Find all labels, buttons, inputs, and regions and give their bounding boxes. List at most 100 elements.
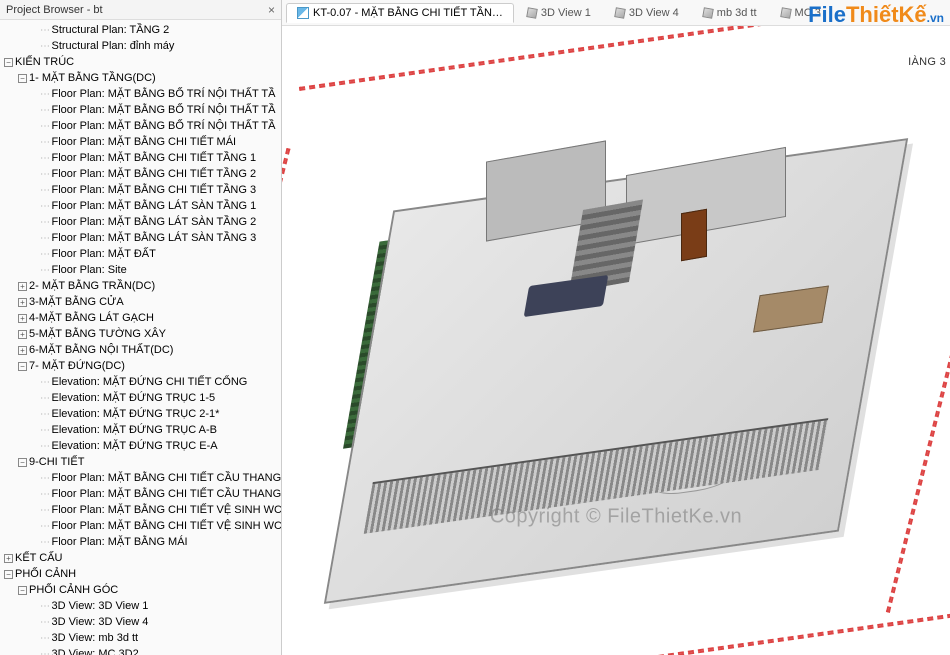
tree-item[interactable]: +3-MẶT BẰNG CỬA bbox=[0, 294, 281, 310]
section-line bbox=[886, 49, 950, 613]
tree-label: PHỐI CẢNH GÓC bbox=[29, 584, 118, 596]
tree-connector: ⋯ bbox=[40, 201, 50, 212]
tree-item[interactable]: ⋯Elevation: MẶT ĐỨNG TRỤC 2-1* bbox=[0, 406, 281, 422]
tree-item[interactable]: ⋯Floor Plan: MẶT BẰNG CHI TIẾT VỆ SINH W… bbox=[0, 518, 281, 534]
tree-label: Floor Plan: MẶT BẰNG CHI TIẾT TẦNG 2 bbox=[52, 168, 257, 180]
tree-item[interactable]: ⋯Floor Plan: MẶT BẰNG BỐ TRÍ NỘI THẤT TẦ bbox=[0, 118, 281, 134]
view-tab[interactable]: KT-0.07 - MẶT BẰNG CHI TIẾT TẦN… bbox=[286, 3, 514, 23]
tree-item[interactable]: −1- MẶT BẰNG TẦNG(DC) bbox=[0, 70, 281, 86]
tree-label: 4-MẶT BẰNG LÁT GẠCH bbox=[29, 312, 154, 324]
tree-label: Floor Plan: MẶT BẰNG LÁT SÀN TẦNG 3 bbox=[52, 232, 257, 244]
tree-item[interactable]: −KIẾN TRÚC bbox=[0, 54, 281, 70]
tree-item[interactable]: +4-MẶT BẰNG LÁT GẠCH bbox=[0, 310, 281, 326]
collapse-icon[interactable]: − bbox=[18, 362, 27, 371]
expand-icon[interactable]: + bbox=[18, 282, 27, 291]
tree-label: Floor Plan: MẶT BẰNG BỐ TRÍ NỘI THẤT TẦ bbox=[52, 104, 276, 116]
tree-item[interactable]: ⋯Structural Plan: đỉnh máy bbox=[0, 38, 281, 54]
tree-item[interactable]: ⋯Elevation: MẶT ĐỨNG CHI TIẾT CỔNG bbox=[0, 374, 281, 390]
project-tree[interactable]: ⋯Structural Plan: TẦNG 2⋯Structural Plan… bbox=[0, 20, 281, 655]
view-tab[interactable]: 3D View 1 bbox=[516, 3, 602, 23]
tree-item[interactable]: ⋯Floor Plan: MẶT BẰNG CHI TIẾT CẦU THANG bbox=[0, 486, 281, 502]
tree-item[interactable]: ⋯Elevation: MẶT ĐỨNG TRỤC E-A bbox=[0, 438, 281, 454]
expand-icon[interactable]: + bbox=[18, 330, 27, 339]
browser-header: Project Browser - bt × bbox=[0, 0, 281, 20]
expand-icon[interactable]: + bbox=[18, 314, 27, 323]
tree-item[interactable]: +KẾT CẤU bbox=[0, 550, 281, 566]
section-line bbox=[389, 609, 950, 655]
tree-item[interactable]: +2- MẶT BẰNG TRẦN(DC) bbox=[0, 278, 281, 294]
tree-connector: ⋯ bbox=[40, 649, 50, 655]
model-placeholder bbox=[292, 36, 940, 645]
tree-label: Elevation: MẶT ĐỨNG TRỤC E-A bbox=[52, 440, 218, 452]
tree-item[interactable]: ⋯Structural Plan: TẦNG 2 bbox=[0, 22, 281, 38]
tree-item[interactable]: ⋯Floor Plan: MẶT BẰNG CHI TIẾT TẦNG 1 bbox=[0, 150, 281, 166]
tree-item[interactable]: −PHỐI CẢNH GÓC bbox=[0, 582, 281, 598]
tree-item[interactable]: ⋯Floor Plan: MẶT ĐẤT bbox=[0, 246, 281, 262]
tree-label: Floor Plan: MẶT BẰNG CHI TIẾT CẦU THANG bbox=[52, 488, 282, 500]
tree-item[interactable]: ⋯Floor Plan: Site bbox=[0, 262, 281, 278]
tree-label: Floor Plan: Site bbox=[52, 264, 127, 276]
expand-icon[interactable]: + bbox=[18, 346, 27, 355]
cube-icon bbox=[614, 7, 626, 19]
tree-item[interactable]: ⋯Floor Plan: MẶT BẰNG LÁT SÀN TẦNG 3 bbox=[0, 230, 281, 246]
tree-item[interactable]: −7- MẶT ĐỨNG(DC) bbox=[0, 358, 281, 374]
cube-icon bbox=[526, 7, 538, 19]
watermark-logo: FileThiếtKế.vn bbox=[808, 2, 944, 28]
tree-label: Floor Plan: MẶT BẰNG CHI TIẾT TẦNG 1 bbox=[52, 152, 257, 164]
tree-label: Floor Plan: MẶT ĐẤT bbox=[52, 248, 156, 260]
tree-connector: ⋯ bbox=[40, 521, 50, 532]
tree-item[interactable]: ⋯Elevation: MẶT ĐỨNG TRỤC 1-5 bbox=[0, 390, 281, 406]
collapse-icon[interactable]: − bbox=[18, 74, 27, 83]
tree-item[interactable]: ⋯Floor Plan: MẶT BẰNG CHI TIẾT MÁI bbox=[0, 134, 281, 150]
tree-item[interactable]: ⋯Floor Plan: MẶT BẰNG MÁI bbox=[0, 534, 281, 550]
collapse-icon[interactable]: − bbox=[4, 570, 13, 579]
tree-connector: ⋯ bbox=[40, 233, 50, 244]
tree-item[interactable]: +5-MẶT BẰNG TƯỜNG XÂY bbox=[0, 326, 281, 342]
tree-item[interactable]: +6-MẶT BẰNG NỘI THẤT(DC) bbox=[0, 342, 281, 358]
tree-label: 6-MẶT BẰNG NỘI THẤT(DC) bbox=[29, 344, 173, 356]
tree-item[interactable]: ⋯Floor Plan: MẶT BẰNG LÁT SÀN TẦNG 1 bbox=[0, 198, 281, 214]
expand-icon[interactable]: + bbox=[4, 554, 13, 563]
tree-item[interactable]: ⋯Floor Plan: MẶT BẰNG CHI TIẾT CẦU THANG bbox=[0, 470, 281, 486]
viewport-3d[interactable]: IÀNG 3 Copyright © FileThietKe.vn bbox=[282, 26, 950, 655]
tree-item[interactable]: ⋯Floor Plan: MẶT BẰNG CHI TIẾT TẦNG 3 bbox=[0, 182, 281, 198]
tree-connector: ⋯ bbox=[40, 121, 50, 132]
view-tab[interactable]: 3D View 4 bbox=[604, 3, 690, 23]
tree-item[interactable]: ⋯3D View: MC 3D2 bbox=[0, 646, 281, 655]
tree-label: Floor Plan: MẶT BẰNG CHI TIẾT MÁI bbox=[52, 136, 237, 148]
tree-item[interactable]: ⋯3D View: 3D View 4 bbox=[0, 614, 281, 630]
collapse-icon[interactable]: − bbox=[18, 458, 27, 467]
tree-connector: ⋯ bbox=[40, 393, 50, 404]
tree-label: 3D View: 3D View 1 bbox=[52, 600, 149, 612]
tree-item[interactable]: ⋯Floor Plan: MẶT BẰNG BỐ TRÍ NỘI THẤT TẦ bbox=[0, 102, 281, 118]
tab-label: mb 3d tt bbox=[717, 7, 757, 19]
tree-label: 1- MẶT BẰNG TẦNG(DC) bbox=[29, 72, 156, 84]
collapse-icon[interactable]: − bbox=[4, 58, 13, 67]
tree-item[interactable]: ⋯3D View: mb 3d tt bbox=[0, 630, 281, 646]
tree-item[interactable]: ⋯Floor Plan: MẶT BẰNG CHI TIẾT TẦNG 2 bbox=[0, 166, 281, 182]
tree-label: Structural Plan: đỉnh máy bbox=[52, 40, 175, 52]
tab-label: KT-0.07 - MẶT BẰNG CHI TIẾT TẦN… bbox=[313, 7, 503, 19]
tree-item[interactable]: −9-CHI TIẾT bbox=[0, 454, 281, 470]
tree-item[interactable]: ⋯Floor Plan: MẶT BẰNG LÁT SÀN TẦNG 2 bbox=[0, 214, 281, 230]
tree-connector: ⋯ bbox=[40, 537, 50, 548]
tree-item[interactable]: ⋯Floor Plan: MẶT BẰNG BỐ TRÍ NỘI THẤT TẦ bbox=[0, 86, 281, 102]
tree-item[interactable]: ⋯3D View: 3D View 1 bbox=[0, 598, 281, 614]
tree-label: Elevation: MẶT ĐỨNG CHI TIẾT CỔNG bbox=[52, 376, 248, 388]
tree-item[interactable]: −PHỐI CẢNH bbox=[0, 566, 281, 582]
tree-connector: ⋯ bbox=[40, 41, 50, 52]
expand-icon[interactable]: + bbox=[18, 298, 27, 307]
tree-connector: ⋯ bbox=[40, 89, 50, 100]
tree-connector: ⋯ bbox=[40, 153, 50, 164]
tree-label: Elevation: MẶT ĐỨNG TRỤC 2-1* bbox=[52, 408, 220, 420]
section-line bbox=[299, 26, 950, 90]
view-tab[interactable]: mb 3d tt bbox=[692, 3, 768, 23]
tree-connector: ⋯ bbox=[40, 473, 50, 484]
tree-label: Floor Plan: MẶT BẰNG CHI TIẾT VỆ SINH WC bbox=[52, 504, 282, 516]
collapse-icon[interactable]: − bbox=[18, 586, 27, 595]
tree-item[interactable]: ⋯Floor Plan: MẶT BẰNG CHI TIẾT VỆ SINH W… bbox=[0, 502, 281, 518]
tree-item[interactable]: ⋯Elevation: MẶT ĐỨNG TRỤC A-B bbox=[0, 422, 281, 438]
close-icon[interactable]: × bbox=[268, 3, 275, 17]
tree-connector: ⋯ bbox=[40, 633, 50, 644]
tree-connector: ⋯ bbox=[40, 409, 50, 420]
